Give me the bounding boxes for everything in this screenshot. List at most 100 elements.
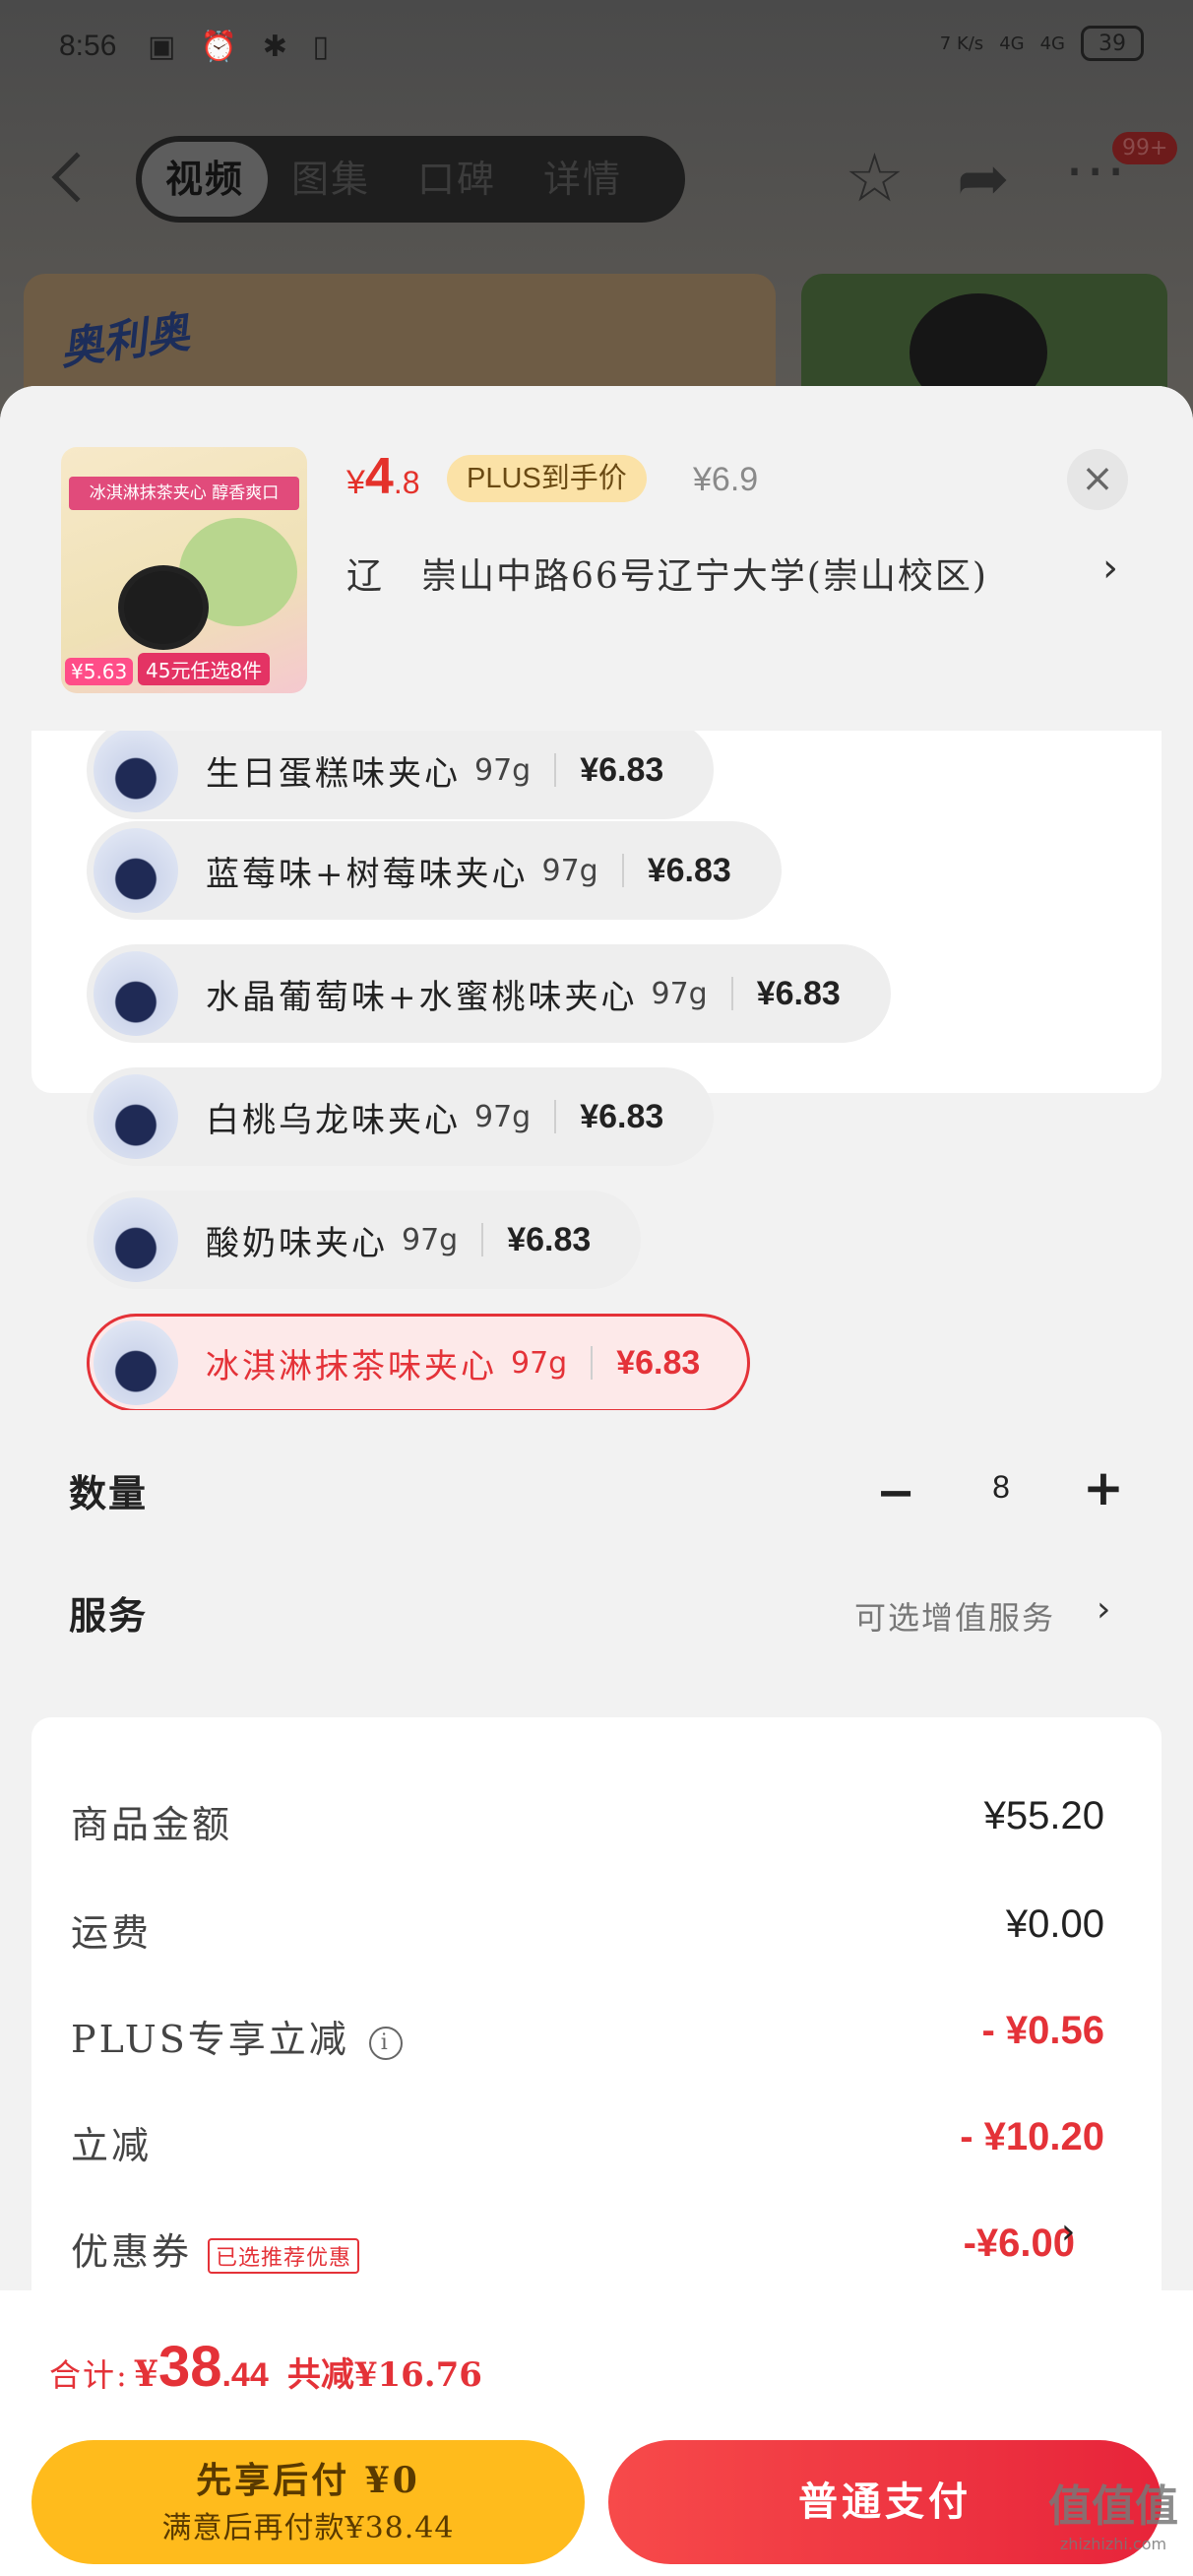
cost-row-coupon[interactable]: 优惠券 已选推荐优惠 -¥6.00 [71,2222,1075,2281]
flavor-weight: 97g [474,1099,532,1134]
product-image[interactable]: 冰淇淋抹茶夹心 醇香爽口 ¥5.63 45元任选8件 [61,447,307,693]
coupon-text: 优惠券 [71,2230,193,2274]
sku-bottom-sheet: 生日蛋糕味夹心 97g ¥6.83 蓝莓味+树莓味夹心 97g ¥6.83 水晶… [0,386,1193,2576]
flavor-chip-white-peach-oolong[interactable]: 白桃乌龙味夹心 97g ¥6.83 [87,1067,715,1166]
network-speed: 7 K/s [939,32,984,54]
quantity-plus-button[interactable]: + [1083,1459,1124,1516]
coupon-label: 优惠券 已选推荐优惠 [71,2222,360,2276]
flavor-name: 蓝莓味+树莓味夹心 [206,854,529,894]
quantity-label: 数量 [69,1472,149,1515]
back-arrow-icon[interactable] [51,152,102,203]
price-symbol: ¥ [346,464,365,501]
flavor-thumbnail [94,728,178,812]
total-symbol: ¥ [133,2353,158,2395]
total-decimal: .44 [221,2356,269,2394]
flavor-weight: 97g [511,1345,568,1381]
watermark-main: 值值值 [1048,2481,1178,2532]
cost-row-discount: 立减 - ¥10.20 [71,2115,1104,2174]
order-total: 合计: ¥38.44 共减¥16.76 [49,2334,482,2400]
chevron-right-icon[interactable]: › [1097,1589,1110,1630]
chevron-right-icon[interactable]: › [1061,2212,1075,2252]
tab-reviews[interactable]: 口碑 [394,142,520,217]
flavor-price: ¥6.83 [580,1097,664,1135]
flavor-divider [621,854,624,887]
flavor-chip-yogurt[interactable]: 酸奶味夹心 97g ¥6.83 [87,1191,642,1289]
quantity-input[interactable] [939,1455,1063,1518]
plus-price-tag: PLUS到手价 [447,455,647,502]
close-button[interactable]: × [1067,449,1128,510]
flavor-chip-birthday-cake[interactable]: 生日蛋糕味夹心 97g ¥6.83 [87,721,715,819]
flavor-thumbnail [94,1197,178,1282]
flavor-name: 白桃乌龙味夹心 [206,1100,461,1140]
tab-gallery[interactable]: 图集 [268,142,394,217]
coupon-value: -¥6.00 [963,2222,1075,2265]
pay-later-title: 先享后付 ¥0 [196,2460,420,2501]
status-indicators: 7 K/s 4G 4G 39 [940,26,1144,61]
flavor-name: 冰淇淋抹茶味夹心 [206,1346,497,1386]
flavor-weight: 97g [474,752,532,788]
shipping-label: 运费 [71,1911,153,1955]
delivery-address[interactable]: 辽 崇山中路66号辽宁大学(崇山校区) [346,547,988,599]
top-nav: 视频 图集 口碑 详情 ☆ ➦ ··· 99+ [0,128,1193,236]
cookie-image [118,565,209,650]
flavor-divider [554,753,557,787]
tab-video[interactable]: 视频 [142,142,269,217]
flavor-name: 生日蛋糕味夹心 [206,753,461,794]
price-integer: 4 [364,448,394,505]
tab-details[interactable]: 详情 [520,142,646,217]
flavor-thumbnail [94,1320,178,1405]
flavor-weight: 97g [402,1222,459,1257]
status-time: 8:56 [59,30,117,62]
share-icon[interactable]: ➦ [957,148,1010,211]
flavor-price: ¥6.83 [507,1220,592,1258]
flavor-price: ¥6.83 [616,1343,701,1382]
flavor-chip-matcha-ice-cream[interactable]: 冰淇淋抹茶味夹心 97g ¥6.83 [87,1314,751,1410]
status-icons: ▣ ⏰ ✱ ▯ [148,30,337,64]
plus-discount-text: PLUS专享立减 [71,2018,349,2061]
sheet-header: 冰淇淋抹茶夹心 醇香爽口 ¥5.63 45元任选8件 ¥4.8 PLUS到手价 … [0,386,1193,731]
original-price: ¥6.9 [693,461,759,498]
cost-row-goods: 商品金额 ¥55.20 [71,1794,1104,1853]
quantity-minus-button[interactable]: − [876,1465,915,1520]
service-label: 服务 [69,1594,149,1638]
recommended-coupon-tag: 已选推荐优惠 [208,2237,360,2274]
brand-logo: 奥利奥 [56,307,193,375]
shipping-value: ¥0.00 [1005,1902,1104,1946]
notification-badge: 99+ [1112,132,1178,164]
flavor-thumbnail [94,951,178,1036]
flavor-price: ¥6.83 [580,750,664,789]
plus-discount-value: - ¥0.56 [981,2009,1104,2052]
watermark-logo: 值值值 zhizhizhi.com [1039,2479,1187,2553]
flavor-weight: 97g [651,976,708,1011]
status-bar: 8:56 ▣ ⏰ ✱ ▯ 7 K/s 4G 4G 39 [0,0,1193,98]
flavor-price: ¥6.83 [647,851,731,889]
flavor-chip-grape-peach[interactable]: 水晶葡萄味+水蜜桃味夹心 97g ¥6.83 [87,944,891,1043]
image-deal: 45元任选8件 [138,653,271,685]
flavor-price: ¥6.83 [756,974,841,1012]
chevron-right-icon[interactable]: › [1102,546,1118,591]
checkout-footer: 合计: ¥38.44 共减¥16.76 先享后付 ¥0 满意后再付款¥38.44… [0,2290,1193,2576]
watermark-sub: zhizhizhi.com [1059,2535,1167,2553]
battery-icon: 39 [1081,26,1144,61]
total-integer: 38 [157,2335,222,2399]
image-price: ¥5.63 [65,658,134,685]
goods-amount-value: ¥55.20 [983,1794,1104,1837]
signal-2: 4G [1039,32,1065,54]
image-title: 冰淇淋抹茶夹心 醇香爽口 [69,477,299,510]
media-tabs: 视频 图集 口碑 详情 [136,136,685,223]
discount-value: - ¥10.20 [960,2115,1104,2158]
background-page: 8:56 ▣ ⏰ ✱ ▯ 7 K/s 4G 4G 39 视频 图集 口碑 详情 … [0,0,1193,471]
flavor-weight: 97g [541,853,598,888]
pay-later-button[interactable]: 先享后付 ¥0 满意后再付款¥38.44 [31,2440,585,2564]
current-price: ¥4.8 [346,447,420,506]
flavor-divider [591,1346,594,1380]
flavor-name: 水晶葡萄味+水蜜桃味夹心 [206,977,638,1017]
favorite-star-icon[interactable]: ☆ [845,146,905,213]
plus-discount-label: PLUS专享立减 i [71,2009,403,2063]
info-icon[interactable]: i [368,2026,403,2060]
cost-row-plus-discount: PLUS专享立减 i - ¥0.56 [71,2009,1104,2068]
service-hint[interactable]: 可选增值服务 [854,1593,1055,1639]
flavor-chip-blueberry-raspberry[interactable]: 蓝莓味+树莓味夹心 97g ¥6.83 [87,821,782,920]
flavor-name: 酸奶味夹心 [206,1223,388,1263]
flavor-divider [554,1100,557,1133]
